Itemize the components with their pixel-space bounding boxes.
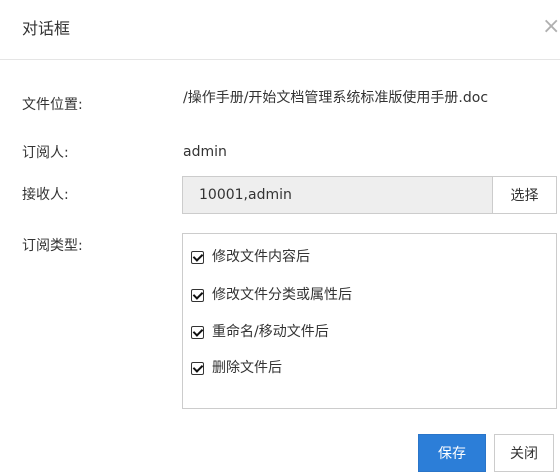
subscription-type-label-text: 修改文件分类或属性后 (212, 287, 352, 303)
subscription-type-modify-content[interactable]: 修改文件内容后 (191, 247, 310, 267)
subscriber-value: admin (183, 144, 227, 160)
recipients-input[interactable] (183, 177, 492, 213)
file-location-label: 文件位置: (22, 97, 83, 113)
subscription-type-modify-category[interactable]: 修改文件分类或属性后 (191, 285, 352, 305)
dialog-titlebar: 对话框 × (0, 0, 560, 60)
subscription-type-rename-move[interactable]: 重命名/移动文件后 (191, 322, 329, 342)
subscription-type-label-text: 修改文件内容后 (212, 249, 310, 265)
recipients-input-group: 选择 (182, 176, 557, 214)
subscription-types-box: 修改文件内容后 修改文件分类或属性后 重命名/移动文件后 删除文件后 (182, 233, 557, 409)
checkbox-checked-icon[interactable] (191, 361, 204, 375)
subscription-type-label-text: 删除文件后 (212, 360, 282, 376)
subscription-type-delete[interactable]: 删除文件后 (191, 358, 282, 378)
checkbox-checked-icon[interactable] (191, 288, 204, 302)
recipients-label: 接收人: (22, 187, 69, 203)
subscription-type-label-text: 重命名/移动文件后 (212, 324, 329, 340)
subscriber-label: 订阅人: (22, 145, 69, 161)
save-button[interactable]: 保存 (418, 434, 486, 472)
subscription-type-label: 订阅类型: (22, 238, 83, 254)
checkbox-checked-icon[interactable] (191, 325, 204, 339)
subscription-dialog: 对话框 × 文件位置: /操作手册/开始文档管理系统标准版使用手册.doc 订阅… (0, 0, 560, 476)
checkbox-checked-icon[interactable] (191, 250, 204, 264)
close-icon[interactable]: × (542, 16, 560, 38)
select-recipients-button[interactable]: 选择 (492, 177, 556, 213)
close-button[interactable]: 关闭 (494, 434, 554, 472)
dialog-title: 对话框 (22, 19, 71, 38)
file-location-value: /操作手册/开始文档管理系统标准版使用手册.doc (183, 90, 489, 106)
